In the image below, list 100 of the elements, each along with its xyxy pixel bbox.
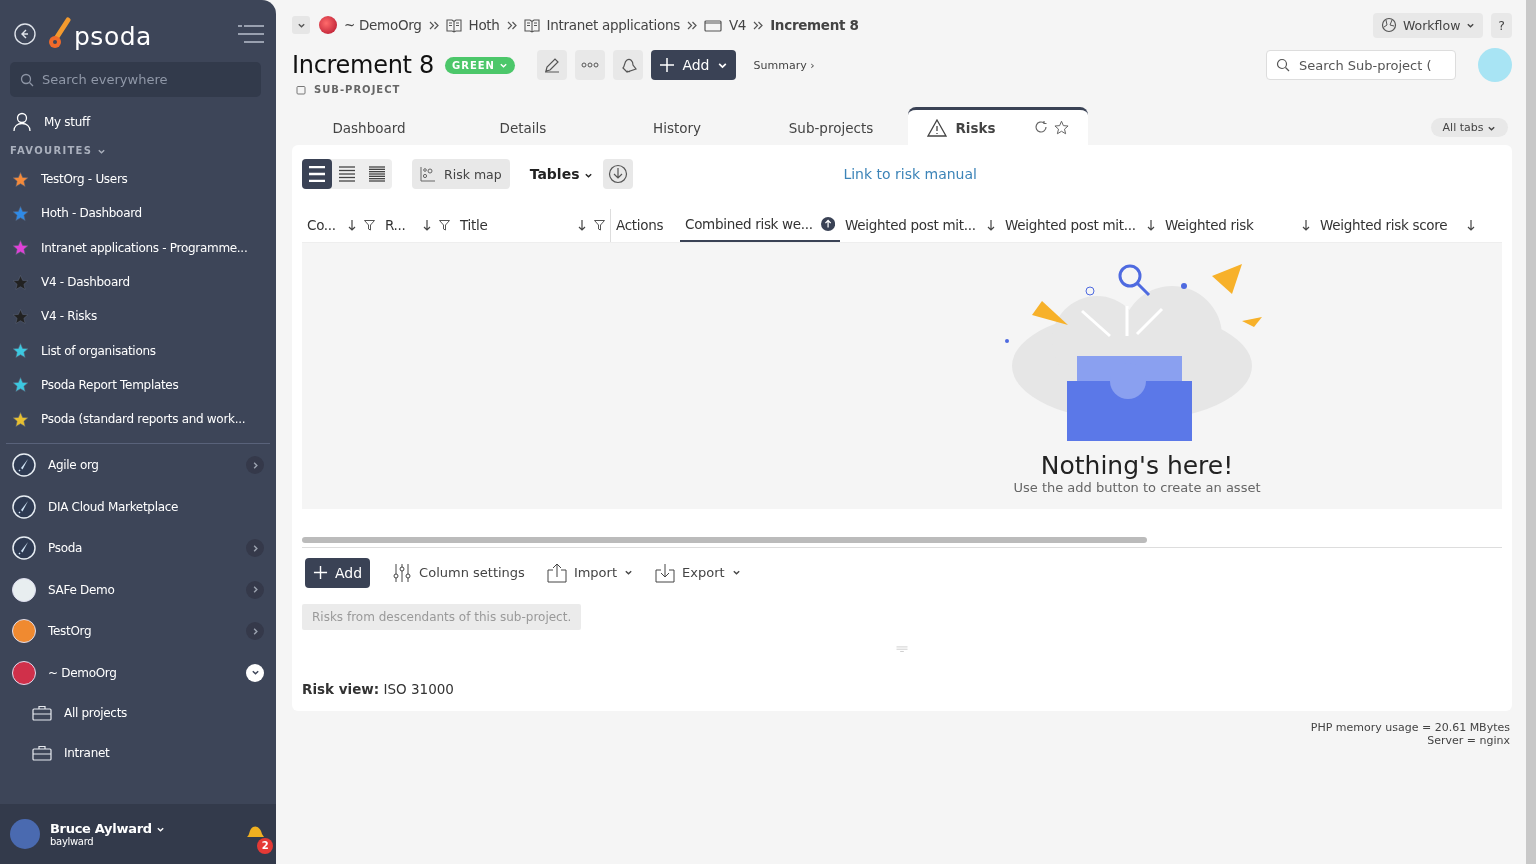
- column-header[interactable]: Title: [455, 209, 610, 242]
- expand-toggle[interactable]: [246, 663, 264, 682]
- search-field[interactable]: Search Sub-project (: [1266, 50, 1456, 80]
- footer-text: Server = nginx: [1427, 734, 1510, 747]
- view-mode-button[interactable]: [302, 159, 332, 189]
- summary-link[interactable]: Summary ›: [753, 58, 815, 72]
- refresh-icon[interactable]: [1033, 120, 1048, 134]
- expand-toggle[interactable]: [246, 622, 264, 641]
- bell-button[interactable]: [613, 50, 644, 80]
- briefcase-icon: [32, 705, 52, 722]
- download-button[interactable]: [603, 159, 634, 189]
- risk-map-button[interactable]: Risk map: [412, 159, 510, 189]
- organisation-item[interactable]: Agile org: [0, 444, 276, 486]
- expand-toggle[interactable]: [246, 456, 264, 475]
- help-button[interactable]: ?: [1491, 12, 1512, 38]
- workflow-icon: [1380, 17, 1397, 33]
- more-button[interactable]: [575, 50, 606, 80]
- column-settings-button[interactable]: Column settings: [392, 562, 525, 583]
- favourite-item[interactable]: Psoda Report Templates: [0, 367, 276, 403]
- download-icon: [655, 562, 676, 583]
- sliders-icon: [392, 562, 413, 583]
- logo[interactable]: psoda: [48, 17, 152, 51]
- empty-state-text: Use the add button to create an asset: [1013, 480, 1261, 495]
- filter-icon[interactable]: [594, 220, 605, 231]
- project-item[interactable]: All projects: [0, 693, 276, 734]
- organisation-item[interactable]: ~ DemoOrg: [0, 651, 276, 694]
- column-header[interactable]: Weighted post mit...: [840, 209, 1000, 242]
- breadcrumb-link[interactable]: ~ DemoOrg: [344, 17, 422, 33]
- breadcrumb-link[interactable]: Hoth: [468, 17, 500, 33]
- organisation-item[interactable]: DIA Cloud Marketplace: [0, 485, 276, 528]
- info-note: Risks from descendants of this sub-project.: [302, 603, 582, 630]
- chevron-icon: [250, 668, 260, 678]
- column-header[interactable]: Actions: [610, 209, 680, 242]
- star-icon[interactable]: [1053, 120, 1069, 135]
- more-icon: [581, 62, 600, 68]
- favourite-item[interactable]: Hoth - Dashboard: [0, 196, 276, 231]
- chevron-down-icon: [499, 61, 509, 70]
- organisation-item[interactable]: TestOrg: [0, 610, 276, 652]
- horizontal-scrollbar[interactable]: [302, 536, 1502, 548]
- menu-icon[interactable]: [238, 25, 264, 43]
- all-tabs-button[interactable]: All tabs: [1430, 118, 1508, 137]
- column-header[interactable]: Weighted risk: [1160, 209, 1315, 242]
- column-header[interactable]: Weighted risk score: [1315, 209, 1480, 242]
- my-stuff-link[interactable]: My stuff: [0, 105, 276, 139]
- double-chevron-icon: [506, 20, 517, 30]
- workflow-button[interactable]: Workflow: [1372, 12, 1484, 38]
- import-button[interactable]: Import: [546, 562, 634, 583]
- list-icon: [308, 166, 326, 182]
- column-header[interactable]: Co...: [302, 209, 380, 242]
- search-icon: [1276, 58, 1290, 72]
- risk-manual-link[interactable]: Link to risk manual: [843, 166, 977, 182]
- notification-count: 2: [257, 837, 273, 854]
- search-field[interactable]: Search everywhere: [10, 62, 261, 97]
- plus-icon: [313, 565, 328, 581]
- download-icon: [608, 164, 629, 184]
- dropdown-toggle[interactable]: [292, 16, 310, 34]
- tab[interactable]: History: [600, 120, 754, 145]
- edit-button[interactable]: [537, 50, 568, 80]
- favourite-item[interactable]: TestOrg - Users: [0, 162, 276, 197]
- column-header[interactable]: Weighted post mit...: [1000, 209, 1160, 242]
- breadcrumb-link[interactable]: V4: [728, 17, 747, 33]
- double-chevron-icon: [753, 20, 764, 30]
- sort-ascending-icon: [820, 216, 835, 233]
- book-icon: [445, 17, 462, 33]
- organisation-item[interactable]: Psoda: [0, 527, 276, 569]
- favourite-item[interactable]: V4 - Risks: [0, 299, 276, 334]
- vertical-scrollbar[interactable]: [1526, 0, 1536, 864]
- back-icon[interactable]: [14, 23, 36, 45]
- add-button[interactable]: Add: [305, 557, 371, 588]
- filter-icon[interactable]: [364, 220, 375, 231]
- breadcrumb-link[interactable]: Intranet applications: [546, 17, 680, 33]
- scrollbar-thumb[interactable]: [302, 536, 1147, 543]
- organisation-item[interactable]: SAFe Demo: [0, 568, 276, 611]
- column-header[interactable]: Combined risk we...: [680, 209, 840, 242]
- tab[interactable]: Sub-projects: [754, 120, 908, 145]
- favourites-heading[interactable]: FAVOURITES: [0, 139, 276, 162]
- chevron-down-icon: [624, 568, 634, 578]
- favourite-item[interactable]: V4 - Dashboard: [0, 264, 276, 300]
- double-chevron-icon: [428, 20, 439, 30]
- rocket-logo-icon: [12, 536, 36, 561]
- resize-handle-icon[interactable]: [896, 645, 908, 653]
- expand-toggle[interactable]: [246, 580, 264, 599]
- project-item[interactable]: Intranet: [0, 733, 276, 774]
- add-button[interactable]: Add: [651, 50, 736, 80]
- breadcrumb-link[interactable]: Increment 8: [770, 17, 859, 33]
- user-name[interactable]: Bruce Aylward: [50, 821, 234, 836]
- tab[interactable]: Details: [446, 120, 600, 145]
- column-header[interactable]: R...: [380, 209, 455, 242]
- favourite-item[interactable]: Intranet applications - Programme...: [0, 230, 276, 265]
- plus-icon: [659, 57, 676, 73]
- pencil-icon: [543, 56, 562, 74]
- filter-icon[interactable]: [439, 220, 450, 231]
- tab[interactable]: Risks: [908, 107, 1088, 145]
- favourite-item[interactable]: Psoda (standard reports and work...: [0, 402, 276, 437]
- tab[interactable]: Dashboard: [292, 120, 446, 145]
- list-icon: [338, 166, 356, 182]
- export-button[interactable]: Export: [655, 562, 741, 583]
- favourite-item[interactable]: List of organisations: [0, 333, 276, 368]
- expand-toggle[interactable]: [246, 539, 264, 558]
- tables-dropdown[interactable]: Tables: [529, 166, 594, 182]
